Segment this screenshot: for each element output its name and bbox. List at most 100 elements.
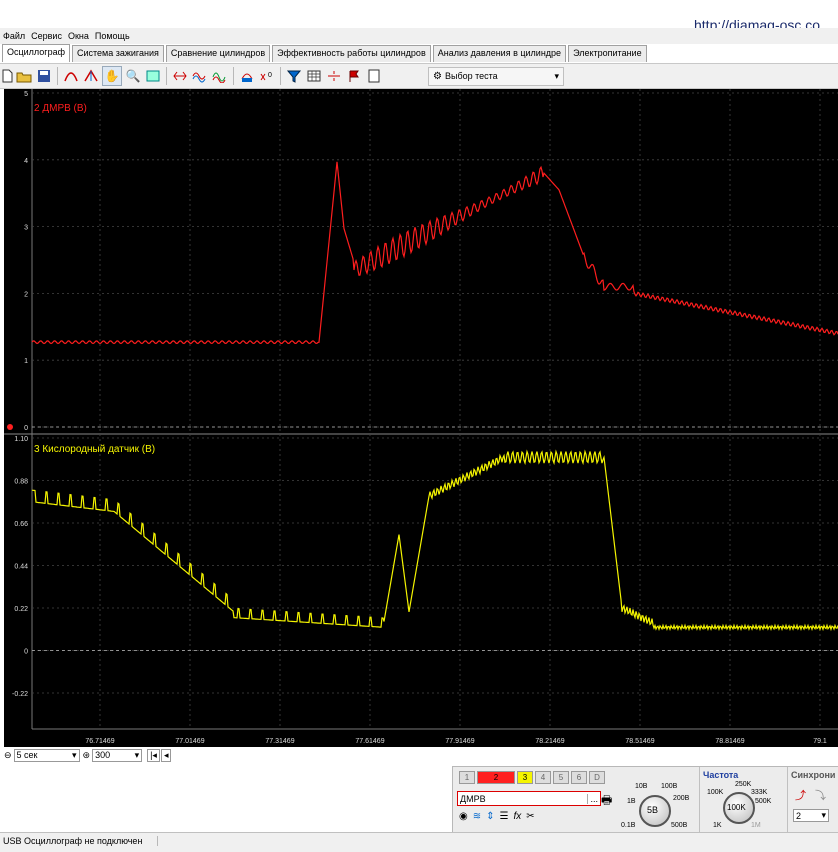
- freq-label-100k: 100K: [707, 789, 724, 796]
- tab-pressure-analysis[interactable]: Анализ давления в цилиндре: [432, 45, 567, 62]
- channel-2-marker: [7, 424, 13, 430]
- y-tick-bottom: 0.88: [14, 479, 28, 486]
- eye-icon[interactable]: ◉: [459, 811, 468, 822]
- step-back-button[interactable]: ◂: [160, 748, 172, 762]
- channel-4-button[interactable]: 4: [535, 771, 551, 784]
- tab-oscilloscope[interactable]: Осциллограф: [2, 44, 70, 62]
- scale-label-01v: 0.1В: [621, 822, 636, 829]
- frequency-title: Частота: [703, 770, 739, 780]
- zoom-icon[interactable]: 🔍: [124, 67, 142, 85]
- channel-3-button[interactable]: 3: [517, 771, 533, 784]
- vertical-move-icon[interactable]: ⇕: [486, 811, 494, 822]
- table-icon[interactable]: [305, 67, 323, 85]
- test-select-label: Выбор теста: [444, 71, 498, 81]
- channel-1-button[interactable]: 1: [459, 771, 475, 784]
- menu-help[interactable]: Помощь: [92, 31, 133, 41]
- oscilloscope-view[interactable]: 76.71469 77.01469 77.31469 77.61469 77.91469…: [4, 89, 838, 747]
- menu-windows[interactable]: Окна: [65, 31, 92, 41]
- y-tick-top: 5: [24, 91, 28, 98]
- sync-rising-icon[interactable]: ⤴: [795, 787, 806, 803]
- document-icon[interactable]: [365, 67, 383, 85]
- channel-5-button[interactable]: 5: [553, 771, 569, 784]
- split-icon[interactable]: [325, 67, 343, 85]
- toolbar-separator: [280, 67, 281, 85]
- hand-icon[interactable]: ✋: [102, 66, 122, 86]
- tab-power[interactable]: Электропитание: [568, 45, 647, 62]
- filter-icon[interactable]: [285, 67, 303, 85]
- tab-cylinder-compare[interactable]: Сравнение цилиндров: [165, 45, 271, 62]
- channel-2-button[interactable]: 2: [477, 771, 515, 784]
- waveform2-icon[interactable]: [211, 67, 229, 85]
- channel-d-button[interactable]: D: [589, 771, 605, 784]
- channel-tools: ◉ ≋ ⇕ ☰ fx ✂: [459, 811, 535, 822]
- flag-icon[interactable]: [345, 67, 363, 85]
- scale-label-100v: 100В: [661, 783, 678, 790]
- save-icon[interactable]: [35, 67, 53, 85]
- x-tick-label: 78.21469: [535, 738, 564, 745]
- channel-6-button[interactable]: 6: [571, 771, 587, 784]
- tab-ignition[interactable]: Система зажигания: [72, 45, 164, 62]
- channel-name-field[interactable]: ДМРВ ...: [457, 791, 601, 806]
- cursor-icon[interactable]: [62, 67, 80, 85]
- toolbar-separator: [233, 67, 234, 85]
- tab-strip: Осциллограф Система зажигания Сравнение …: [2, 44, 649, 62]
- status-bar: USB Осциллограф не подключен: [0, 832, 838, 852]
- sync-title: Синхрони: [791, 770, 836, 780]
- new-file-icon[interactable]: [1, 67, 13, 85]
- y-tick-bottom: 1.10: [14, 436, 28, 443]
- y-tick-bottom: 0: [24, 649, 28, 656]
- function-icon[interactable]: fx: [513, 811, 521, 822]
- chevron-down-icon: ▾: [821, 810, 826, 820]
- x-tick-label: 77.61469: [355, 738, 384, 745]
- x-tick-label: 76.71469: [85, 738, 114, 745]
- chevron-down-icon: ▾: [134, 749, 140, 760]
- tools-icon[interactable]: ✂: [526, 811, 534, 822]
- top-channel-label: 2 ДМРВ (В): [34, 103, 87, 114]
- test-select[interactable]: ⚙ Выбор теста ▾: [428, 66, 564, 86]
- panel-divider: [787, 767, 788, 833]
- time-per-div-select[interactable]: 5 сек ▾: [13, 748, 80, 762]
- menu-bar: Файл Сервис Окна Помощь: [0, 28, 838, 44]
- more-icon[interactable]: ...: [587, 793, 598, 804]
- grid-icon[interactable]: [144, 67, 162, 85]
- oscilloscope-canvas: 76.71469 77.01469 77.31469 77.61469 77.91469…: [4, 89, 838, 745]
- points-select[interactable]: 300 ▾: [92, 748, 143, 762]
- menu-file[interactable]: Файл: [0, 31, 28, 41]
- y-tick-top: 4: [24, 158, 28, 165]
- sync-falling-icon[interactable]: ⤵: [815, 787, 826, 803]
- lines-icon[interactable]: ☰: [500, 811, 509, 822]
- open-folder-icon[interactable]: [15, 67, 33, 85]
- y-tick-top: 1: [24, 358, 28, 365]
- points-icon: ⊛: [82, 749, 91, 760]
- freq-label-500k: 500K: [755, 798, 772, 805]
- rewind-button[interactable]: |◂: [147, 748, 160, 762]
- x-tick-label: 78.81469: [715, 738, 744, 745]
- zero-icon[interactable]: 0: [258, 67, 276, 85]
- menu-service[interactable]: Сервис: [28, 31, 65, 41]
- toolbar: ✋ 🔍 0 ⚙ Выбор теста ▾: [0, 63, 838, 89]
- o2-trace: [31, 449, 838, 632]
- scale-label-200v: 200В: [673, 795, 690, 802]
- maf-trace: [31, 161, 838, 345]
- sync-channel-select[interactable]: 2 ▾: [793, 809, 829, 822]
- y-tick-top: 0: [24, 425, 28, 432]
- time-icon: ⊖: [4, 749, 12, 760]
- scale-label-1v: 1В: [627, 798, 636, 805]
- x-tick-label: 77.01469: [175, 738, 204, 745]
- peak-icon[interactable]: [82, 67, 100, 85]
- print-icon[interactable]: 🖶: [601, 791, 612, 812]
- x-tick-label: 79.1: [813, 738, 827, 745]
- tab-cylinder-efficiency[interactable]: Эффективность работы цилиндров: [272, 45, 431, 62]
- channel-name-value: ДМРВ: [460, 793, 486, 804]
- time-per-div-value: 5 сек: [16, 750, 38, 760]
- waveform-icon[interactable]: [191, 67, 209, 85]
- stretch-icon[interactable]: [171, 67, 189, 85]
- bottom-channel-label: 3 Кислородный датчик (В): [34, 444, 155, 455]
- auto-icon[interactable]: [238, 67, 256, 85]
- freq-label-1m: 1M: [751, 822, 761, 829]
- invert-icon[interactable]: ≋: [473, 811, 481, 822]
- y-tick-bottom: -0.22: [12, 691, 28, 698]
- status-text: USB Осциллограф не подключен: [3, 836, 158, 846]
- chevron-down-icon: ▾: [72, 749, 77, 760]
- scale-label-10v: 10В: [635, 783, 648, 790]
